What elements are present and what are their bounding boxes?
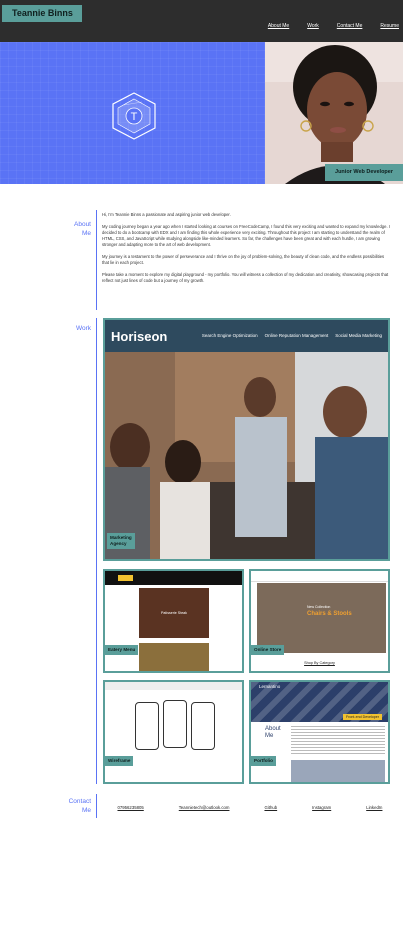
- contact-section-label: Contact Me: [31, 797, 91, 815]
- portfolio-text-lines: [291, 726, 385, 754]
- nav-link-contact[interactable]: Contact Me: [337, 23, 363, 29]
- eatery-menu-chip: [118, 575, 133, 581]
- about-label-line2: Me: [81, 230, 91, 237]
- about-paragraph: My coding journey began a year ago when …: [102, 224, 390, 247]
- portfolio-inner-brand: Lernantino: [259, 684, 281, 689]
- work-label-line2: Agency: [110, 541, 127, 546]
- nav-link-work[interactable]: Work: [307, 23, 319, 29]
- nav-link-about[interactable]: About Me: [268, 23, 289, 29]
- phone-mockup: [135, 702, 159, 750]
- phone-mockup: [191, 702, 215, 750]
- horiseon-logo: Horiseon: [111, 329, 168, 344]
- horiseon-header: Horiseon Search Engine Optimization Onli…: [105, 320, 388, 352]
- store-topbar: [251, 571, 388, 582]
- about-content: Hi, I'm Teannie Binns a passionate and a…: [102, 212, 392, 290]
- work-label-online-store: Online Store: [251, 645, 285, 655]
- store-hero-image: New Collection Chairs & Stools: [257, 583, 386, 653]
- store-inner-link: Shop By Category: [304, 661, 335, 665]
- work-label-wireframe: Wireframe: [105, 756, 134, 766]
- horiseon-nav-item: Online Reputation Management: [264, 333, 329, 338]
- horiseon-nav: Search Engine Optimization Online Reputa…: [195, 333, 382, 338]
- work-section-label: Work: [75, 325, 91, 332]
- horiseon-nav-item: Search Engine Optimization: [201, 333, 258, 338]
- work-card-portfolio[interactable]: Lernantino Front-end Developer About Me …: [249, 680, 390, 784]
- portfolio-banner: Lernantino Front-end Developer: [251, 682, 388, 722]
- eatery-food-image: [139, 643, 209, 671]
- store-inner-sub: New Collection: [307, 605, 331, 609]
- contact-linkedin-link[interactable]: LinkedIn: [366, 805, 382, 810]
- work-divider: [96, 318, 97, 784]
- contact-github-link[interactable]: Github: [264, 805, 277, 810]
- work-card-online-store[interactable]: New Collection Chairs & Stools Shop By C…: [249, 569, 390, 673]
- portfolio-inner-badge: Front-end Developer: [343, 714, 382, 720]
- job-title-badge: Junior Web Developer: [325, 164, 403, 181]
- portfolio-inner-heading: About Me: [265, 726, 281, 739]
- about-section-label: About Me: [31, 220, 91, 238]
- contact-label-line1: Contact: [68, 798, 91, 805]
- site-brand[interactable]: Teannie Binns: [2, 5, 82, 22]
- profile-photo: [265, 42, 403, 184]
- hero-banner: T: [0, 42, 265, 184]
- work-card-eatery-menu[interactable]: Patisserie Steak Eatery Menu: [103, 569, 244, 673]
- logo-letter: T: [131, 111, 138, 123]
- site-header: Teannie Binns About Me Work Contact Me R…: [0, 0, 403, 42]
- about-divider: [96, 210, 97, 310]
- wireframe-topbar: [105, 682, 242, 690]
- logo-icon: T: [112, 92, 156, 140]
- eatery-inner-title: Patisserie Steak: [161, 611, 187, 615]
- contact-phone-link[interactable]: 07956235805: [117, 805, 143, 810]
- work-label-portfolio: Portfolio: [251, 756, 276, 766]
- contact-label-line2: Me: [81, 807, 91, 814]
- contact-email-link[interactable]: Teannietech@outlook.com: [179, 805, 230, 810]
- about-paragraph: Hi, I'm Teannie Binns a passionate and a…: [102, 212, 231, 217]
- team-meeting-image: [105, 352, 388, 559]
- horiseon-nav-item: Social Media Marketing: [335, 333, 382, 338]
- store-inner-title: Chairs & Stools: [307, 611, 352, 617]
- work-label-marketing: Marketing Agency: [107, 533, 135, 549]
- contact-instagram-link[interactable]: Instagram: [312, 805, 331, 810]
- about-paragraph: My journey is a testament to the power o…: [102, 254, 385, 265]
- eatery-topbar: [105, 571, 242, 585]
- about-paragraph: Please take a moment to explore my digit…: [102, 272, 389, 283]
- contact-links: 07956235805 Teannietech@outlook.com Gith…: [100, 805, 400, 810]
- main-nav: About Me Work Contact Me Resume: [250, 23, 399, 29]
- work-card-marketing-agency[interactable]: Horiseon Search Engine Optimization Onli…: [103, 318, 390, 561]
- work-label-eatery: Eatery Menu: [105, 645, 139, 655]
- work-card-wireframe[interactable]: Wireframe: [103, 680, 244, 784]
- nav-link-resume[interactable]: Resume: [380, 23, 399, 29]
- phone-mockup: [163, 700, 187, 748]
- about-label-line1: About: [74, 221, 91, 228]
- contact-divider: [96, 794, 97, 818]
- portfolio-block: [291, 760, 385, 782]
